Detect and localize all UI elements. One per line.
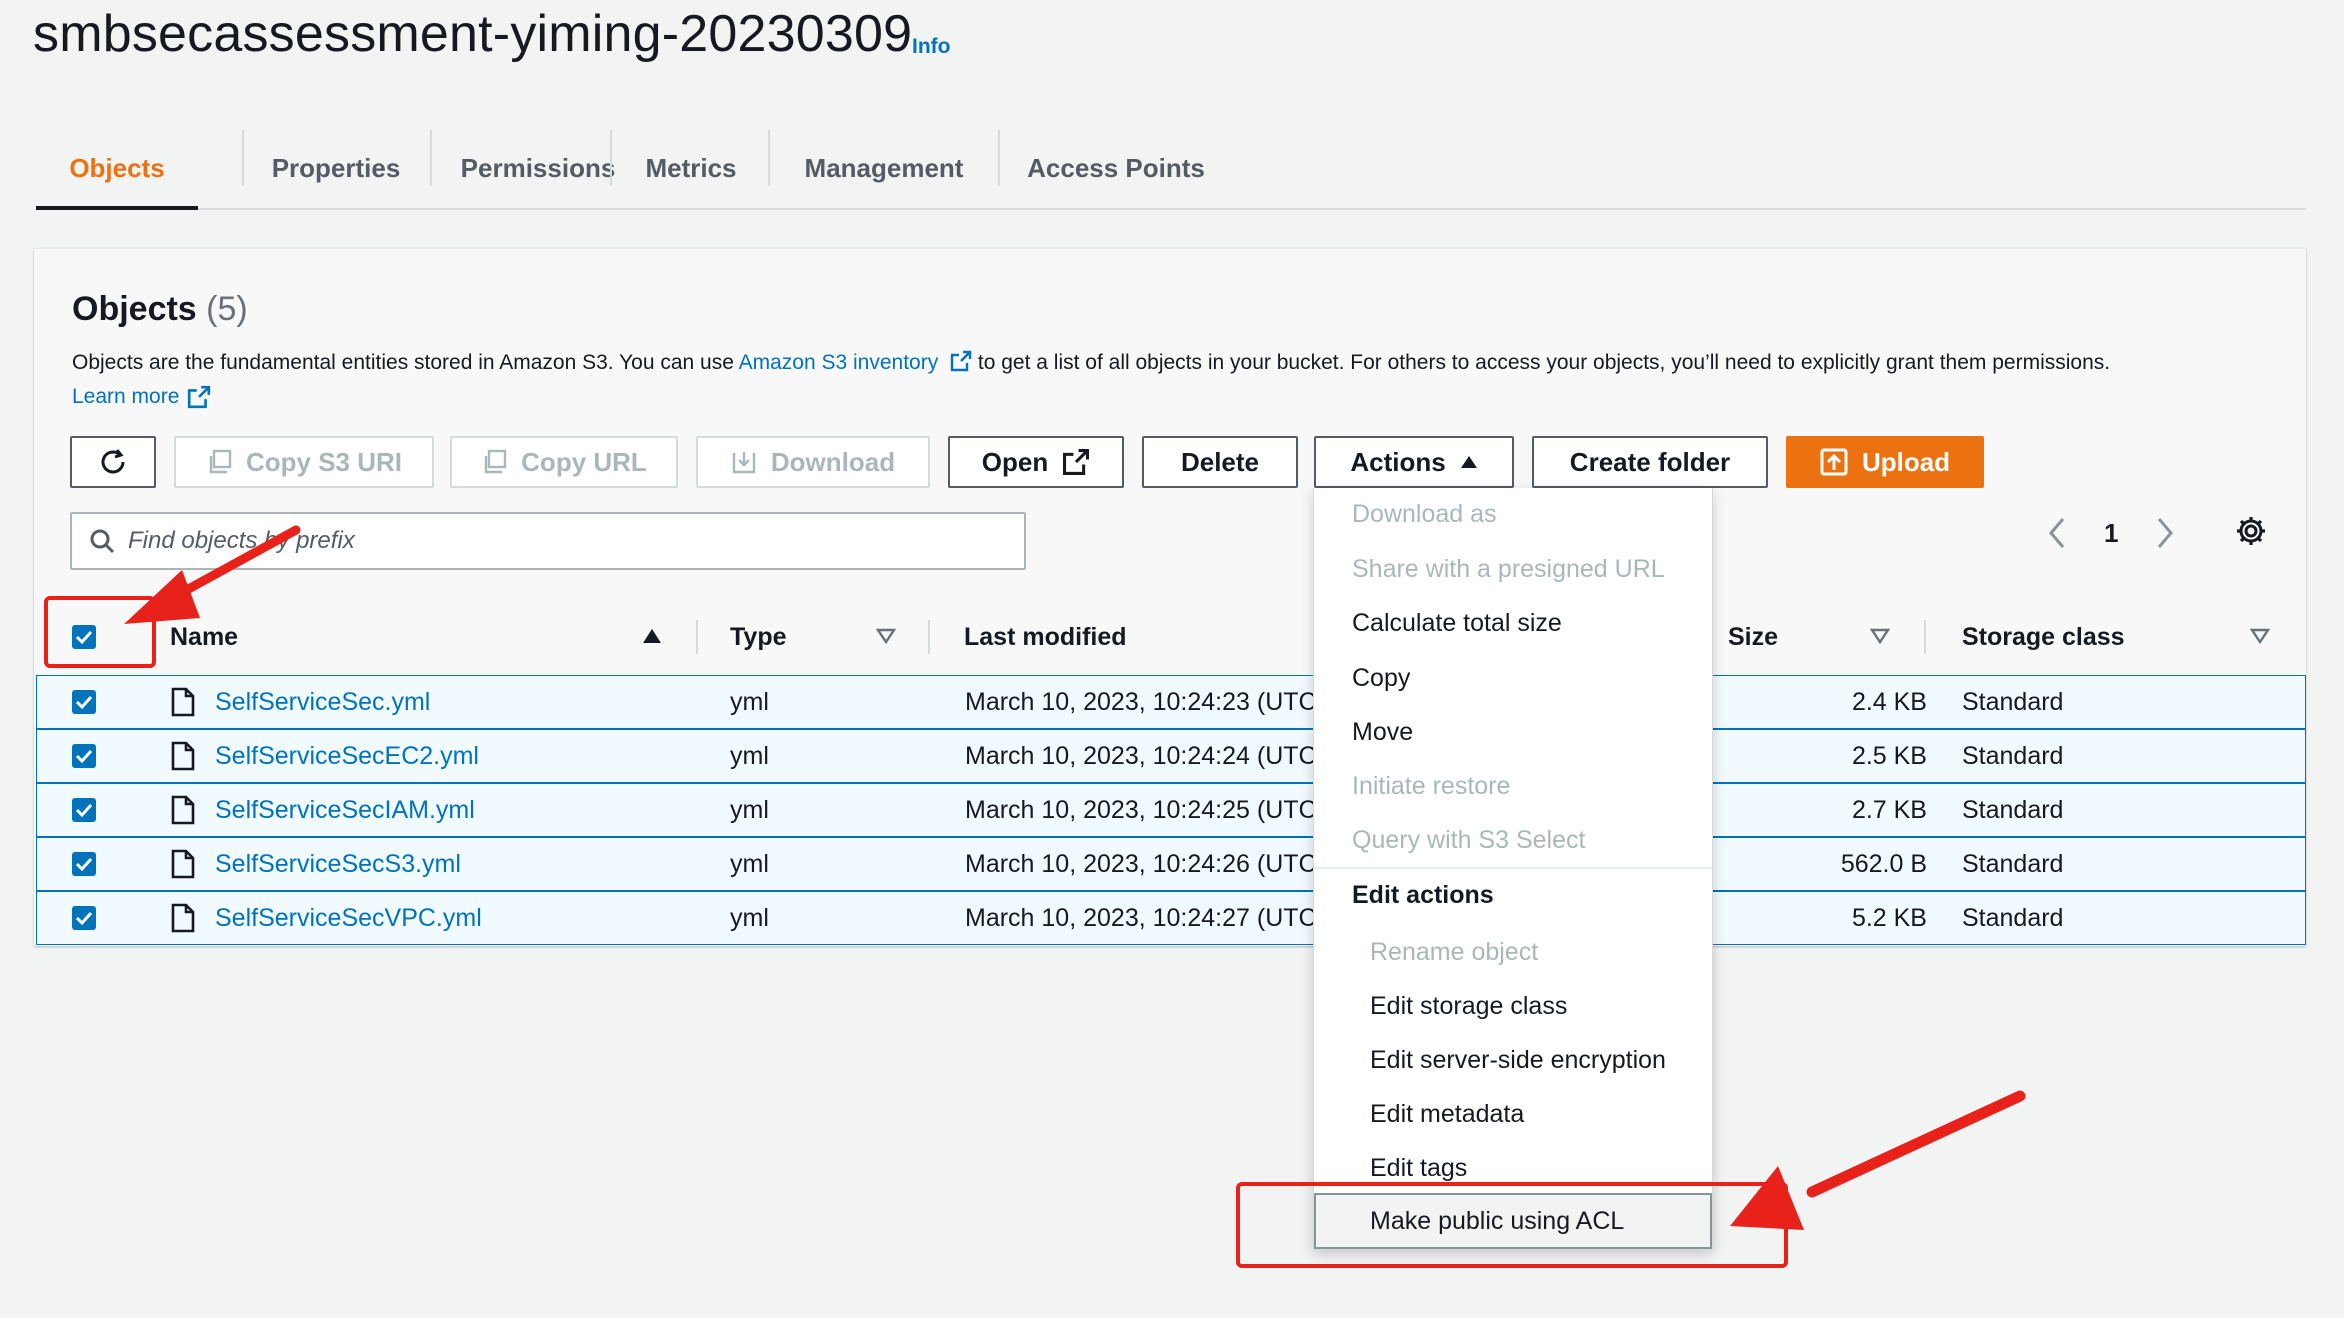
arrow-shaft [1806, 1090, 2026, 1198]
arrow-head [124, 570, 200, 624]
arrow-head [1730, 1166, 1804, 1230]
arrow-shaft [167, 525, 301, 603]
annotation-arrows [124, 525, 2026, 1230]
